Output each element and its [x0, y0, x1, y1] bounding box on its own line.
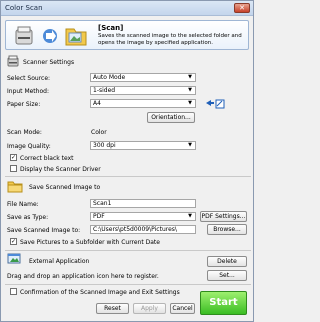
chevron-down-icon: ▼: [188, 142, 192, 148]
file-name-label: File Name:: [7, 201, 39, 208]
delete-button[interactable]: Delete: [207, 256, 247, 267]
separator: [5, 284, 251, 285]
display-scanner-driver-checkbox[interactable]: [10, 165, 17, 172]
display-scanner-driver-label: Display the Scanner Driver: [20, 166, 101, 173]
folder-icon: [7, 181, 23, 193]
correct-black-text-checkbox[interactable]: ✓: [10, 154, 17, 161]
scan-header: [Scan] Saves the scanned image to the se…: [5, 20, 249, 50]
save-to-path-input[interactable]: C:\Users\pt5d0009\Pictures\: [90, 225, 196, 234]
scan-flow-icon: [15, 26, 87, 46]
file-name-input[interactable]: Scan1: [90, 199, 196, 208]
set-button[interactable]: Set...: [207, 270, 247, 281]
apply-button[interactable]: Apply: [133, 303, 166, 314]
save-to-label: Save Scanned Image to:: [7, 227, 81, 234]
save-as-type-value: PDF: [93, 213, 105, 220]
subfolder-label: Save Pictures to a Subfolder with Curren…: [20, 239, 160, 246]
subfolder-checkbox[interactable]: ✓: [10, 238, 17, 245]
scan-mode-label: Scan Mode:: [7, 129, 42, 136]
chevron-down-icon: ▼: [188, 213, 192, 219]
scan-mode-value: Color: [91, 129, 107, 136]
select-source-value: Auto Mode: [93, 74, 126, 81]
external-app-heading: External Application: [29, 258, 90, 265]
save-section-heading: Save Scanned Image to: [29, 184, 101, 191]
external-app-hint: Drag and drop an application icon here t…: [7, 273, 159, 280]
cancel-button[interactable]: Cancel: [170, 303, 195, 314]
orientation-icon: [206, 99, 225, 109]
select-source-dropdown[interactable]: Auto Mode ▼: [90, 73, 196, 82]
confirmation-label: Confirmation of the Scanned Image and Ex…: [20, 289, 180, 296]
arrow-icon: [43, 29, 57, 43]
image-quality-dropdown[interactable]: 300 dpi ▼: [90, 141, 196, 150]
header-title: [Scan]: [98, 24, 124, 32]
save-as-type-label: Save as Type:: [7, 214, 49, 221]
browse-button[interactable]: Browse...: [207, 224, 247, 235]
title-bar: Color Scan ✕: [1, 1, 253, 16]
paper-size-label: Paper Size:: [7, 101, 41, 108]
window-title: Color Scan: [5, 4, 43, 12]
separator: [5, 250, 251, 251]
scanner-settings-heading: Scanner Settings: [23, 59, 75, 66]
color-scan-window: Color Scan ✕ [Scan] Saves the scanned im…: [0, 0, 254, 322]
paper-size-value: A4: [93, 100, 101, 107]
header-description: Saves the scanned image to the selected …: [98, 33, 242, 46]
input-method-label: Input Method:: [7, 88, 49, 95]
start-button[interactable]: Start: [200, 291, 247, 315]
application-icon: [7, 253, 21, 264]
image-quality-label: Image Quality:: [7, 143, 51, 150]
confirmation-checkbox[interactable]: [10, 288, 17, 295]
correct-black-text-label: Correct black text: [20, 155, 74, 162]
folder-icon: [65, 28, 87, 46]
pdf-settings-button[interactable]: PDF Settings...: [200, 211, 247, 222]
image-quality-value: 300 dpi: [93, 142, 116, 149]
close-button[interactable]: ✕: [234, 3, 250, 13]
select-source-label: Select Source:: [7, 75, 51, 82]
scanner-device-icon: [15, 26, 33, 45]
orientation-button[interactable]: Orientation...: [147, 112, 195, 123]
chevron-down-icon: ▼: [188, 87, 192, 93]
separator: [5, 176, 251, 177]
chevron-down-icon: ▼: [188, 100, 192, 106]
reset-button[interactable]: Reset: [96, 303, 129, 314]
input-method-value: 1-sided: [93, 87, 116, 94]
paper-size-dropdown[interactable]: A4 ▼: [90, 99, 196, 108]
chevron-down-icon: ▼: [188, 74, 192, 80]
save-as-type-dropdown[interactable]: PDF ▼: [90, 212, 196, 221]
input-method-dropdown[interactable]: 1-sided ▼: [90, 86, 196, 95]
scanner-icon: [7, 55, 19, 67]
